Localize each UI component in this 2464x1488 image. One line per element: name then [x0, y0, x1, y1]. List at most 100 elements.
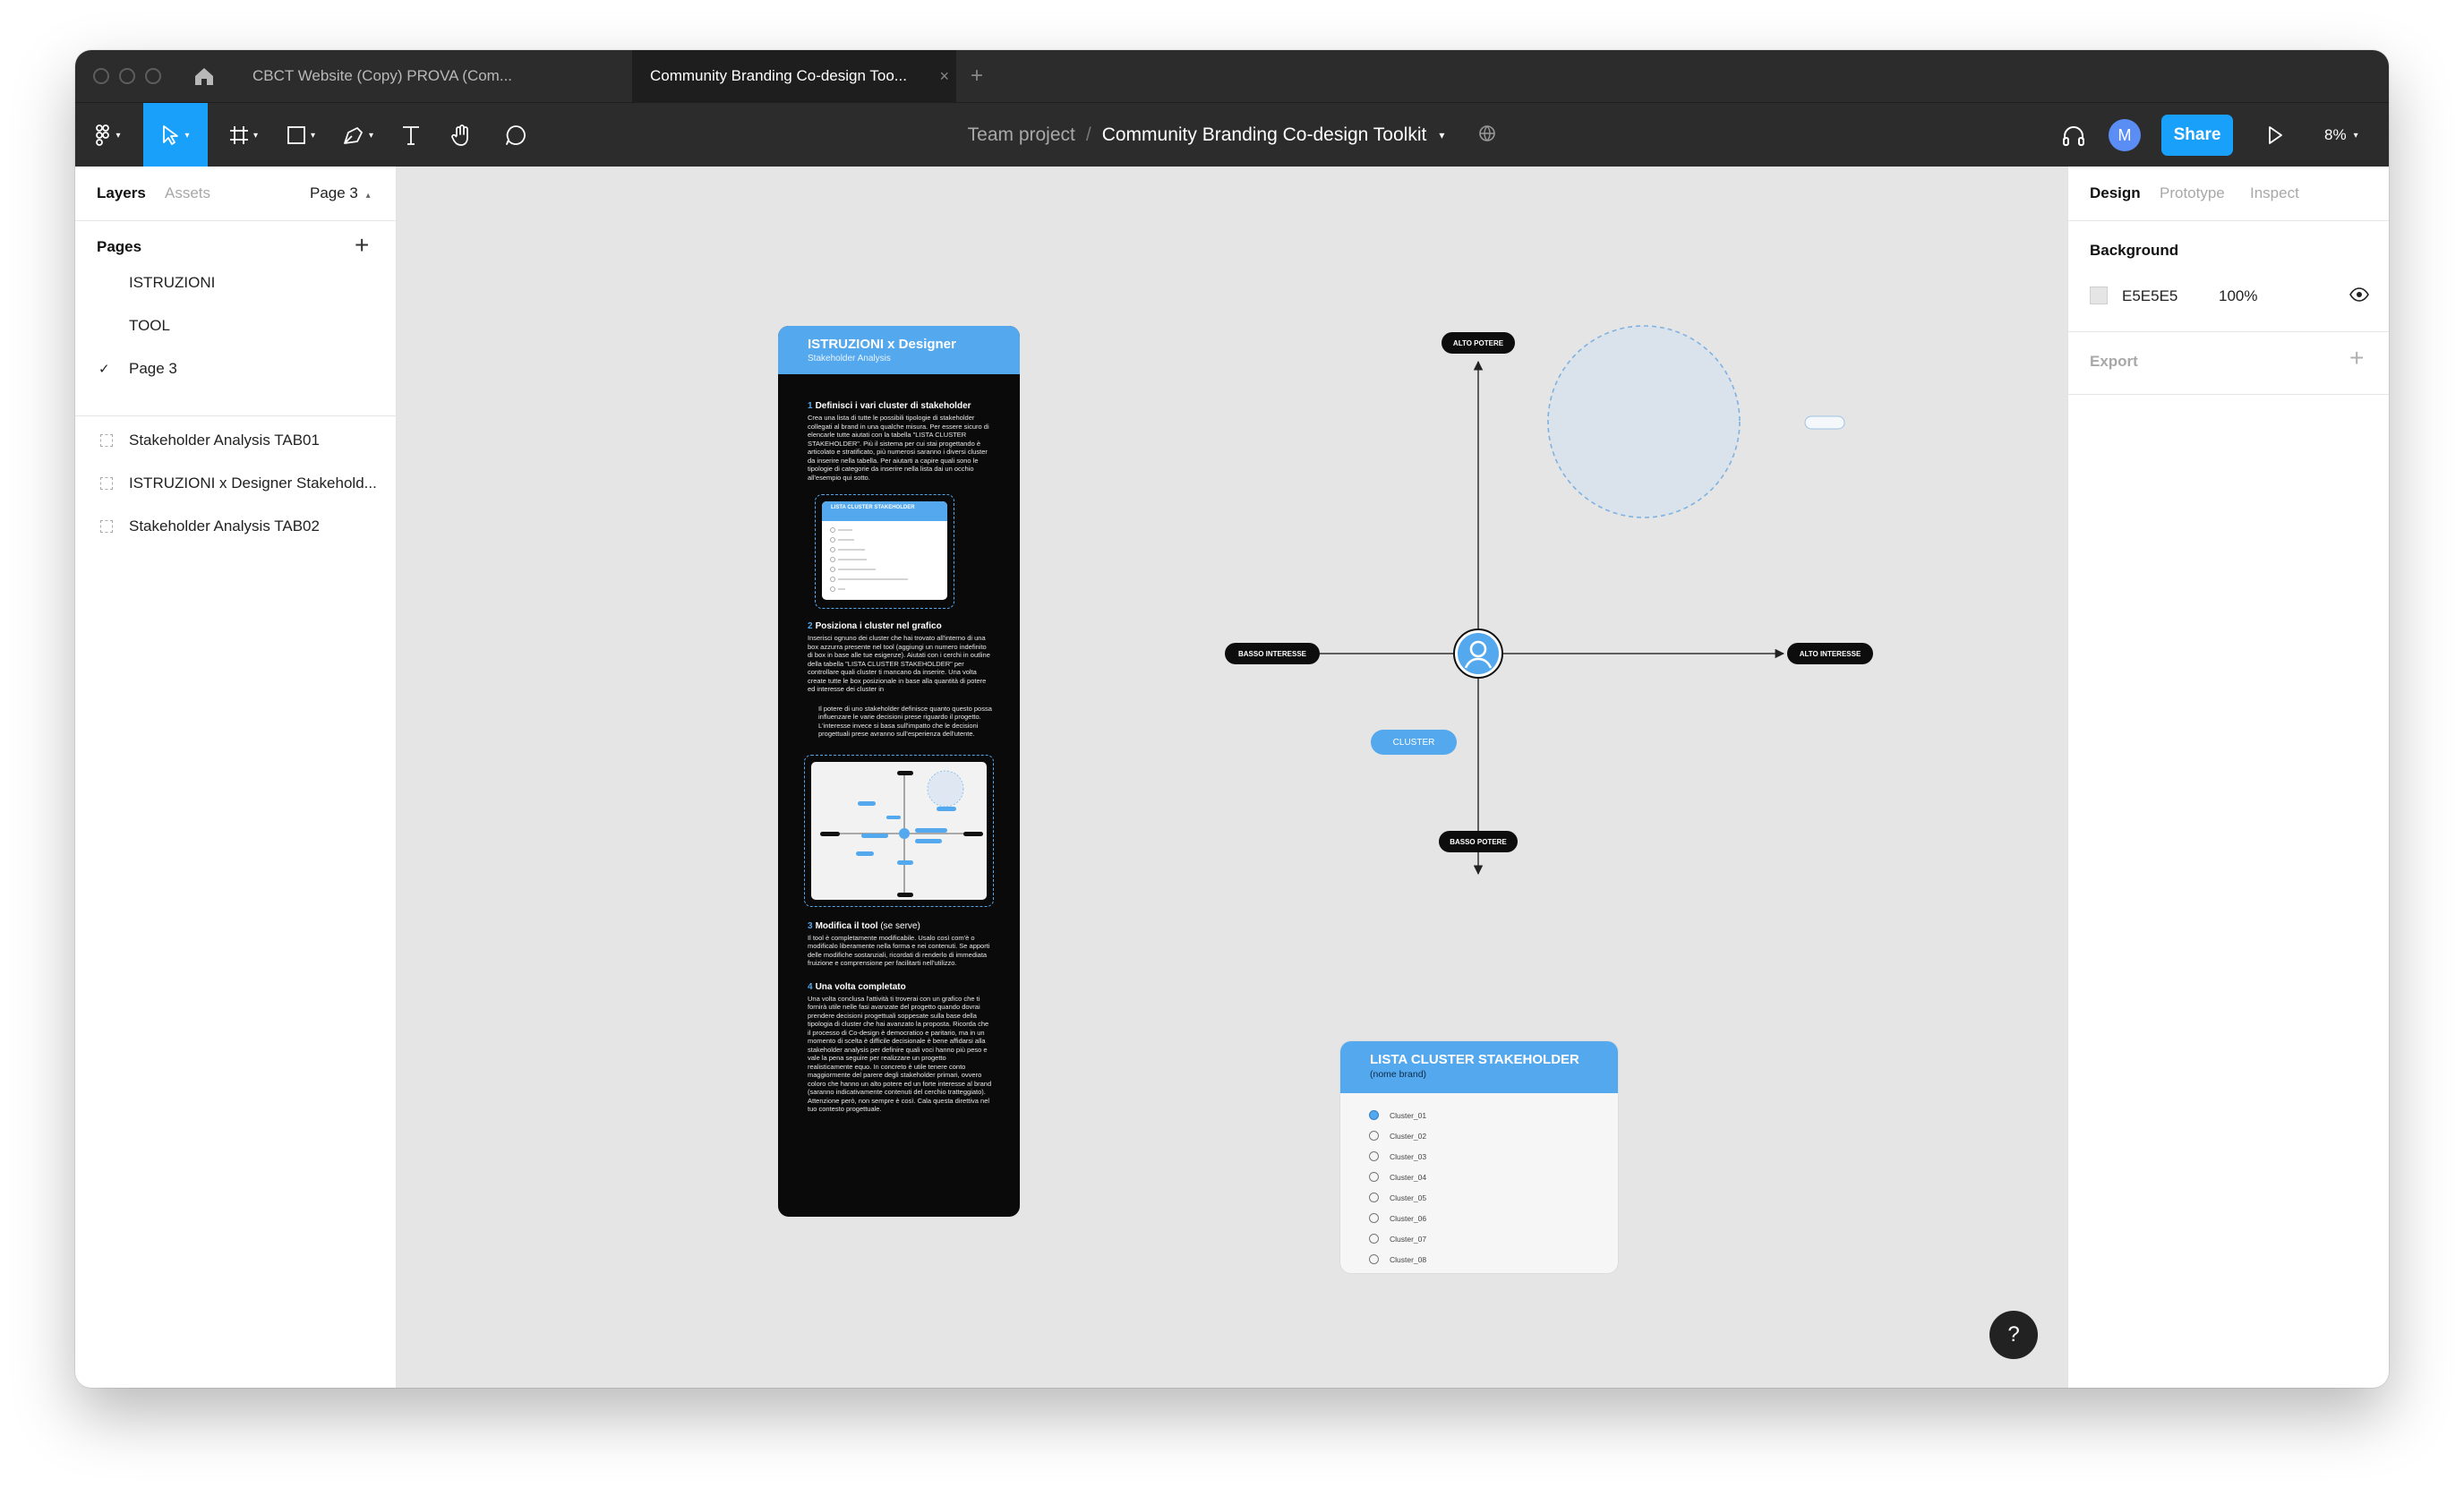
radio-empty-icon[interactable]	[1369, 1193, 1379, 1202]
layer-item-label: Stakeholder Analysis TAB01	[129, 432, 320, 449]
chevron-down-icon: ▾	[116, 130, 121, 141]
label-alto-potere[interactable]: ALTO POTERE	[1442, 332, 1515, 354]
maximize-window-icon[interactable]	[145, 68, 161, 84]
frame-dotted-icon	[100, 477, 113, 490]
label-basso-interesse[interactable]: BASSO INTERESSE	[1225, 643, 1320, 664]
page-item-label: Page 3	[129, 360, 177, 377]
cluster-list-item[interactable]: Cluster_06	[1369, 1208, 1618, 1228]
cluster-item-label: Cluster_02	[1390, 1131, 1427, 1141]
cluster-list-item[interactable]: Cluster_05	[1369, 1187, 1618, 1208]
page-selector[interactable]: Page 3 ▴	[310, 184, 371, 202]
share-button[interactable]: Share	[2161, 115, 2233, 156]
layer-item-tab01[interactable]: Stakeholder Analysis TAB01	[75, 419, 396, 462]
add-export-icon[interactable]: +	[2349, 344, 2364, 372]
close-window-icon[interactable]	[93, 68, 109, 84]
radio-empty-icon[interactable]	[1369, 1131, 1379, 1141]
layer-item-istruzioni-designer[interactable]: ISTRUZIONI x Designer Stakehold...	[75, 462, 396, 505]
tab-cbct-website[interactable]: CBCT Website (Copy) PROVA (Com...	[235, 50, 632, 102]
cluster-item-label: Cluster_08	[1390, 1254, 1427, 1264]
cluster-item-label: Cluster_06	[1390, 1213, 1427, 1223]
add-page-icon[interactable]: +	[355, 231, 369, 260]
frame-tool[interactable]: ▾	[218, 103, 269, 167]
rectangle-icon	[287, 126, 305, 144]
cluster-list-item[interactable]: Cluster_03	[1369, 1146, 1618, 1167]
globe-icon[interactable]	[1478, 124, 1496, 147]
shape-tool[interactable]: ▾	[276, 103, 326, 167]
tab-layers[interactable]: Layers	[97, 184, 146, 202]
radio-empty-icon[interactable]	[1369, 1151, 1379, 1161]
radio-empty-icon[interactable]	[1369, 1234, 1379, 1244]
cluster-list-header: LISTA CLUSTER STAKEHOLDER (nome brand)	[1340, 1041, 1618, 1093]
hand-tool[interactable]	[441, 103, 483, 167]
zoom-dropdown[interactable]: 8% ▾	[2324, 103, 2358, 167]
chevron-down-icon: ▾	[252, 130, 259, 141]
chevron-down-icon: ▾	[2353, 130, 2358, 141]
cluster-list-card[interactable]: LISTA CLUSTER STAKEHOLDER (nome brand) C…	[1340, 1041, 1618, 1273]
chevron-down-icon: ▾	[310, 130, 316, 141]
pen-tool[interactable]: ▾	[333, 103, 383, 167]
page-selector-label: Page 3	[310, 184, 358, 201]
tab-community-branding[interactable]: Community Branding Co-design Too... ×	[632, 50, 956, 102]
home-icon[interactable]	[193, 66, 215, 90]
chevron-down-icon: ▾	[368, 130, 374, 141]
cluster-list-item[interactable]: Cluster_01	[1369, 1105, 1618, 1125]
tab-design[interactable]: Design	[2090, 184, 2141, 202]
page-item-page-3[interactable]: ✓ Page 3	[75, 347, 396, 390]
cluster-list-subtitle: (nome brand)	[1370, 1069, 1427, 1080]
new-tab-icon[interactable]: +	[971, 50, 983, 102]
radio-empty-icon[interactable]	[1369, 1254, 1379, 1264]
user-center-icon[interactable]	[1453, 629, 1503, 679]
checkmark-icon: ✓	[98, 362, 110, 377]
radio-empty-icon[interactable]	[1369, 1213, 1379, 1223]
move-tool[interactable]: ▾	[143, 103, 208, 167]
chevron-down-icon: ▾	[184, 130, 190, 141]
bg-hex-input[interactable]: E5E5E5	[2122, 287, 2177, 305]
cluster-item-label: Cluster_05	[1390, 1193, 1427, 1202]
main-menu-button[interactable]: ▾	[84, 103, 133, 167]
frame-dotted-icon	[100, 520, 113, 533]
file-name[interactable]: Community Branding Co-design Toolkit	[1102, 124, 1427, 146]
tab-inspect[interactable]: Inspect	[2250, 184, 2299, 202]
cluster-item-label: Cluster_01	[1390, 1110, 1427, 1120]
chevron-down-icon[interactable]: ▾	[1439, 129, 1444, 141]
cluster-list-item[interactable]: Cluster_02	[1369, 1125, 1618, 1146]
comment-tool[interactable]	[494, 103, 537, 167]
help-button[interactable]: ?	[1989, 1311, 2038, 1359]
primary-stakeholder-zone	[1547, 325, 1741, 518]
avatar-initial: M	[2118, 125, 2132, 144]
background-title: Background	[2090, 242, 2179, 259]
breadcrumb-project[interactable]: Team project	[968, 124, 1075, 146]
tab-prototype[interactable]: Prototype	[2160, 184, 2225, 202]
radio-empty-icon[interactable]	[1369, 1172, 1379, 1182]
frame-dotted-icon	[100, 434, 113, 447]
bg-color-swatch[interactable]	[2090, 286, 2108, 304]
headphones-icon[interactable]	[2061, 124, 2086, 151]
tab-assets[interactable]: Assets	[165, 184, 210, 202]
bg-opacity-input[interactable]: 100%	[2219, 287, 2257, 305]
cluster-list-item[interactable]: Cluster_08	[1369, 1249, 1618, 1270]
radio-checked-icon[interactable]	[1369, 1110, 1379, 1120]
present-play-icon[interactable]	[2267, 125, 2283, 150]
app-window: CBCT Website (Copy) PROVA (Com... Commun…	[75, 50, 2389, 1388]
cluster-items: Cluster_01 Cluster_02 Cluster_03 Cluster_04…	[1340, 1093, 1618, 1270]
cluster-list-item[interactable]: Cluster_07	[1369, 1228, 1618, 1249]
canvas[interactable]: ISTRUZIONI x Designer Stakeholder Analys…	[397, 167, 2068, 1388]
cluster-item-label: Cluster_03	[1390, 1151, 1427, 1161]
layer-item-tab02[interactable]: Stakeholder Analysis TAB02	[75, 505, 396, 548]
text-tool[interactable]	[390, 103, 432, 167]
label-alto-interesse[interactable]: ALTO INTERESSE	[1787, 643, 1873, 664]
minimize-window-icon[interactable]	[119, 68, 135, 84]
layer-item-label: Stakeholder Analysis TAB02	[129, 517, 320, 534]
page-item-label: ISTRUZIONI	[129, 274, 216, 291]
frame-hash-icon	[229, 126, 248, 144]
cluster-list-item[interactable]: Cluster_04	[1369, 1167, 1618, 1187]
cluster-chip[interactable]: CLUSTER	[1371, 730, 1457, 755]
close-tab-icon[interactable]: ×	[939, 50, 949, 102]
eye-visibility-icon[interactable]	[2349, 287, 2369, 306]
label-basso-potere[interactable]: BASSO POTERE	[1439, 831, 1518, 852]
avatar[interactable]: M	[2109, 119, 2141, 151]
hand-icon	[451, 124, 468, 146]
page-item-label: TOOL	[129, 317, 170, 334]
page-item-istruzioni[interactable]: ISTRUZIONI	[75, 261, 396, 304]
page-item-tool[interactable]: TOOL	[75, 304, 396, 347]
